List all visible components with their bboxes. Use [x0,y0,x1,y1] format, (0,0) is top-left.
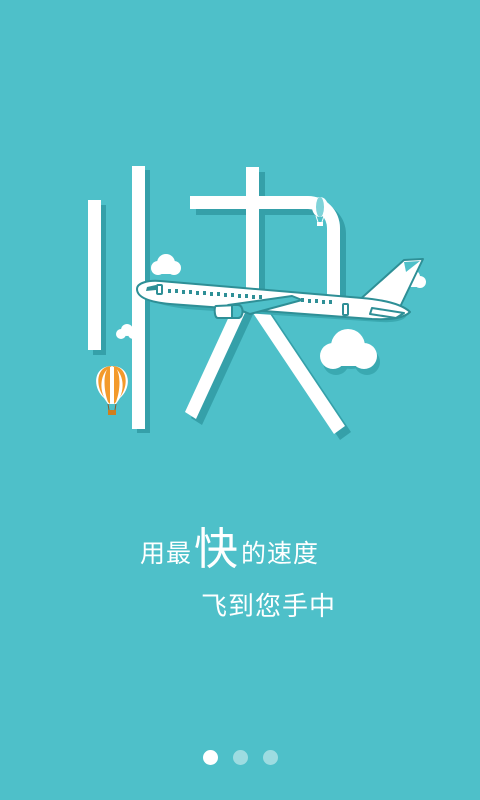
cloud-icon [151,254,181,275]
splash-screen: 用最 快 的速度 飞到您手中 [0,0,480,800]
tagline-line-1: 用最 快 的速度 [140,528,319,578]
tagline-line-2: 飞到您手中 [201,592,337,622]
tagline-emphasis: 快 [194,524,240,575]
page-dot-3[interactable] [262,750,278,765]
tagline-suffix: 的速度 [241,538,320,568]
page-dot-1[interactable] [202,750,218,765]
hot-air-balloon-icon [312,197,328,226]
page-dot-2[interactable] [232,750,248,765]
cloud-icon [320,329,380,375]
page-indicator[interactable] [0,750,480,766]
hot-air-balloon-icon [96,366,128,415]
hero-illustration [88,166,426,440]
tagline-prefix: 用最 [140,538,193,568]
